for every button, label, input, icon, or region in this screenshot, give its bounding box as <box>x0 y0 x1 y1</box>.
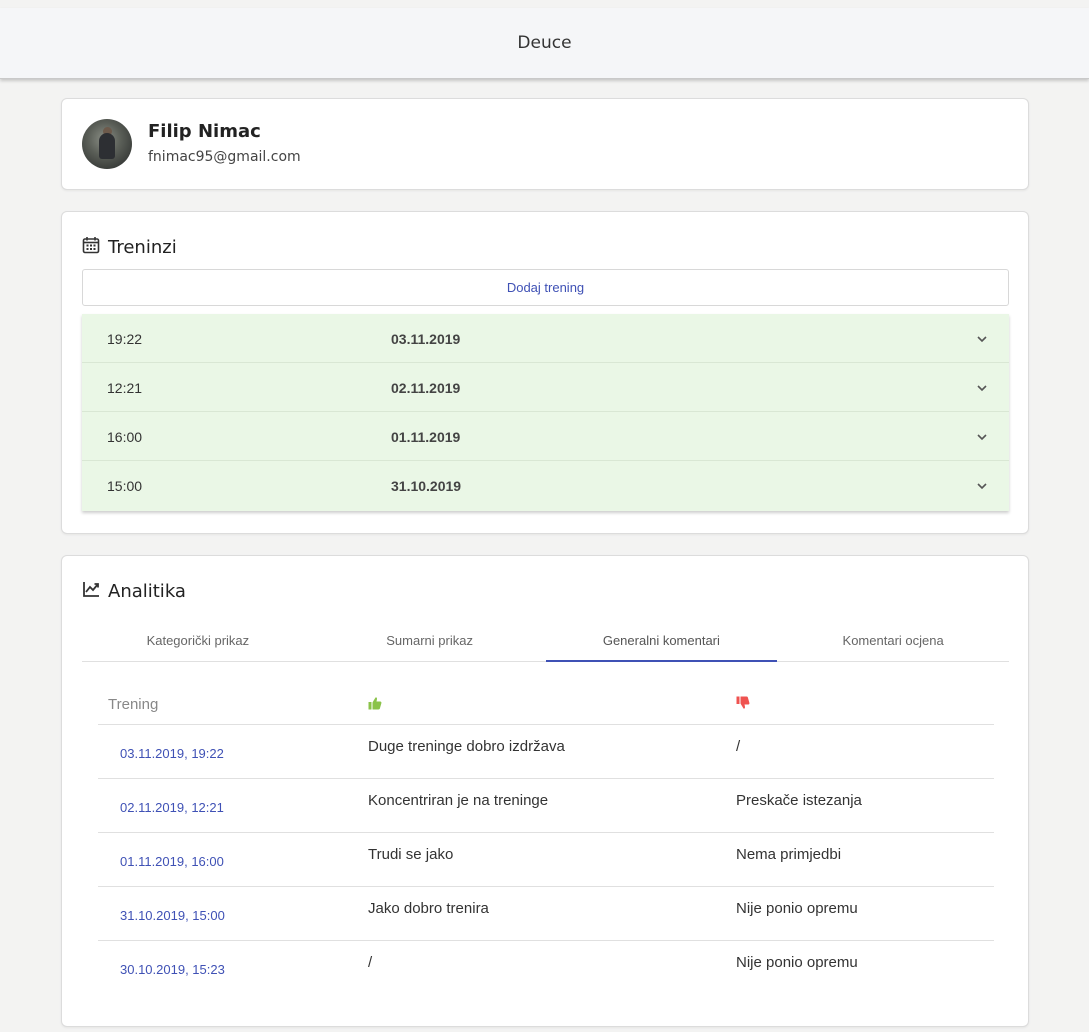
calendar-icon <box>82 236 100 259</box>
training-date: 01.11.2019 <box>391 429 461 445</box>
training-time: 19:22 <box>107 331 143 347</box>
training-link[interactable]: 31.10.2019, 15:00 <box>120 908 225 923</box>
table-row: 31.10.2019, 15:00 Jako dobro trenira Nij… <box>98 887 994 941</box>
table-row: 03.11.2019, 19:22 Duge treninge dobro iz… <box>98 725 994 779</box>
positive-comment: Koncentriran je na treninge <box>368 792 549 809</box>
negative-comment: / <box>736 738 741 755</box>
training-row[interactable]: 16:00 01.11.2019 <box>82 412 1009 461</box>
column-training: Trening <box>108 696 159 713</box>
training-list: 19:22 03.11.2019 12:21 02.11.2019 16:00 … <box>82 314 1009 511</box>
training-date: 03.11.2019 <box>391 331 461 347</box>
training-link[interactable]: 30.10.2019, 15:23 <box>120 962 225 977</box>
profile-card: Filip Nimac fnimac95@gmail.com <box>61 98 1029 190</box>
table-row: 02.11.2019, 12:21 Koncentriran je na tre… <box>98 779 994 833</box>
table-row: 30.10.2019, 15:23 / Nije ponio opremu <box>98 941 994 994</box>
training-time: 12:21 <box>107 380 143 396</box>
negative-comment: Preskače istezanja <box>736 792 862 809</box>
analytics-tabs: Kategorički prikaz Sumarni prikaz Genera… <box>82 619 1009 662</box>
chevron-down-icon[interactable] <box>975 332 989 346</box>
chevron-down-icon[interactable] <box>975 479 989 493</box>
app-title: Deuce <box>517 33 572 53</box>
negative-comment: Nije ponio opremu <box>736 954 858 971</box>
analytics-header: Analitika <box>82 580 186 603</box>
trainings-header: Treninzi <box>82 236 177 259</box>
analytics-title: Analitika <box>108 581 186 602</box>
profile-name: Filip Nimac <box>148 121 261 142</box>
training-row[interactable]: 19:22 03.11.2019 <box>82 314 1009 363</box>
comments-table: Trening 03.11.2019, 19:22 Duge treninge … <box>98 684 994 994</box>
add-training-button[interactable]: Dodaj trening <box>82 269 1009 306</box>
positive-comment: Jako dobro trenira <box>368 900 489 917</box>
tab-rating-comments[interactable]: Komentari ocjena <box>777 619 1009 661</box>
thumbs-up-icon <box>368 696 382 715</box>
table-header: Trening <box>98 684 994 725</box>
positive-comment: / <box>368 954 373 971</box>
table-row: 01.11.2019, 16:00 Trudi se jako Nema pri… <box>98 833 994 887</box>
positive-comment: Trudi se jako <box>368 846 454 863</box>
tab-summary[interactable]: Sumarni prikaz <box>314 619 546 661</box>
training-time: 15:00 <box>107 478 143 494</box>
profile-email: fnimac95@gmail.com <box>148 149 301 165</box>
training-link[interactable]: 03.11.2019, 19:22 <box>120 746 224 761</box>
line-chart-icon <box>82 580 100 603</box>
positive-comment: Duge treninge dobro izdržava <box>368 738 565 755</box>
analytics-card: Analitika Kategorički prikaz Sumarni pri… <box>61 555 1029 1027</box>
negative-comment: Nije ponio opremu <box>736 900 858 917</box>
thumbs-down-icon <box>736 696 750 715</box>
training-date: 02.11.2019 <box>391 380 461 396</box>
avatar <box>82 119 132 169</box>
training-date: 31.10.2019 <box>391 478 462 494</box>
trainings-title: Treninzi <box>108 237 177 258</box>
training-link[interactable]: 02.11.2019, 12:21 <box>120 800 224 815</box>
app-header: Deuce <box>0 8 1089 79</box>
negative-comment: Nema primjedbi <box>736 846 842 863</box>
tab-general-comments[interactable]: Generalni komentari <box>545 619 778 662</box>
training-time: 16:00 <box>107 429 143 445</box>
training-row[interactable]: 15:00 31.10.2019 <box>82 461 1009 511</box>
trainings-card: Treninzi Dodaj trening 19:22 03.11.2019 … <box>61 211 1029 534</box>
training-row[interactable]: 12:21 02.11.2019 <box>82 363 1009 412</box>
chevron-down-icon[interactable] <box>975 381 989 395</box>
chevron-down-icon[interactable] <box>975 430 989 444</box>
training-link[interactable]: 01.11.2019, 16:00 <box>120 854 224 869</box>
tab-categorical[interactable]: Kategorički prikaz <box>82 619 314 661</box>
